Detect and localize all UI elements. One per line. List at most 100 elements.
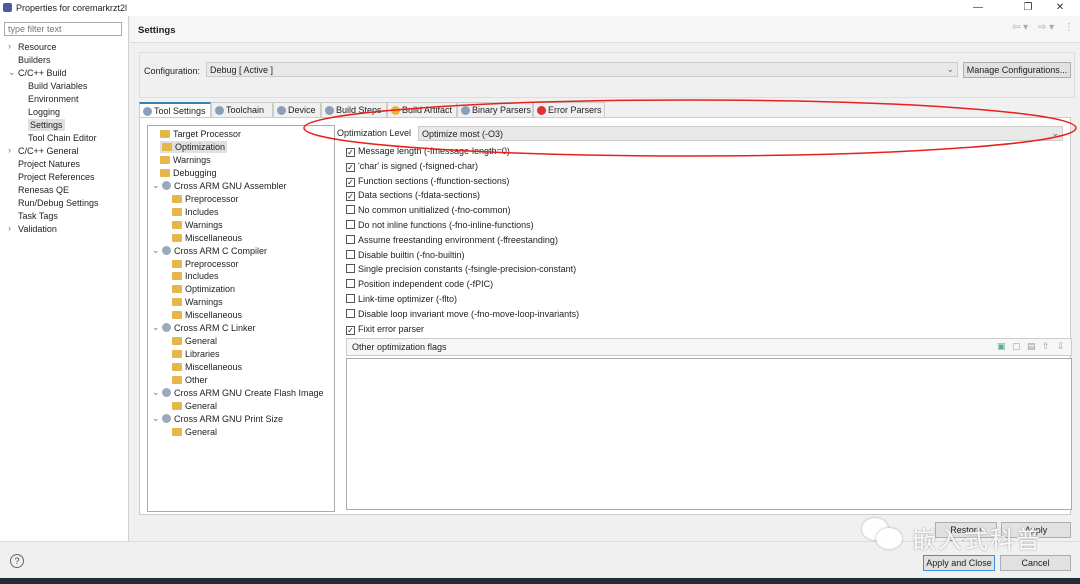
sidebar-item[interactable]: Run/Debug Settings <box>18 197 99 209</box>
sidebar-item[interactable]: C/C++ Build <box>18 67 67 79</box>
sidebar-item[interactable]: Tool Chain Editor <box>28 132 97 144</box>
app-icon <box>3 3 12 12</box>
sidebar-item[interactable]: Environment <box>28 93 79 105</box>
tree-item[interactable]: Miscellaneous <box>172 309 242 321</box>
restore-button[interactable]: ❐ <box>1018 2 1038 13</box>
other-flags-list[interactable] <box>346 358 1072 510</box>
tree-item[interactable]: Target Processor <box>160 128 241 140</box>
chevron-icon[interactable]: › <box>8 145 11 155</box>
tree-item[interactable]: General <box>172 335 217 347</box>
tree-item[interactable]: Includes <box>172 270 219 282</box>
sidebar-item[interactable]: Project References <box>18 171 95 183</box>
checkbox[interactable] <box>346 249 355 259</box>
tree-item[interactable]: Cross ARM C Compiler <box>162 245 267 257</box>
checkbox[interactable] <box>346 234 355 244</box>
view-menu-icon[interactable]: ⋮ <box>1064 22 1074 33</box>
tree-item[interactable]: Includes <box>172 206 219 218</box>
sidebar-item[interactable]: Logging <box>28 106 60 118</box>
tree-item[interactable]: Preprocessor <box>172 193 239 205</box>
chevron-icon[interactable]: ⌄ <box>152 245 160 256</box>
tree-item[interactable]: Cross ARM GNU Assembler <box>162 180 287 192</box>
forward-icon[interactable]: ⇨ ▾ <box>1038 22 1054 33</box>
close-button[interactable]: ✕ <box>1050 2 1070 13</box>
option-checkbox[interactable]: Do not inline functions (-fno-inline-fun… <box>346 220 534 231</box>
checkbox[interactable] <box>346 220 355 229</box>
sidebar-item[interactable]: Validation <box>18 223 57 235</box>
move-up-icon[interactable]: ⇧ <box>1042 341 1050 352</box>
chevron-icon[interactable]: ⌄ <box>152 387 160 398</box>
option-checkbox[interactable]: ✓ Fixit error parser <box>346 324 424 335</box>
tree-item[interactable]: Cross ARM C Linker <box>162 322 256 334</box>
tree-item[interactable]: Debugging <box>160 167 217 179</box>
delete-icon[interactable]: ▢ <box>1012 341 1021 352</box>
chevron-icon[interactable]: ⌄ <box>152 413 160 424</box>
checkbox[interactable] <box>346 279 355 289</box>
tab-toolchain[interactable]: Toolchain <box>211 102 273 118</box>
tree-item-label: General <box>185 426 218 437</box>
checkbox[interactable]: ✓ <box>346 177 355 187</box>
tree-item[interactable]: Warnings <box>160 154 211 166</box>
filter-input[interactable] <box>4 22 122 36</box>
move-down-icon[interactable]: ⇩ <box>1057 341 1065 352</box>
tree-item[interactable]: Cross ARM GNU Print Size <box>162 413 283 425</box>
tree-item-label: Other <box>185 375 208 386</box>
chevron-icon[interactable]: › <box>8 41 11 51</box>
checkbox[interactable] <box>346 205 355 215</box>
checkbox[interactable] <box>346 264 355 274</box>
option-checkbox[interactable]: Assume freestanding environment (-ffrees… <box>346 234 558 246</box>
tab-label: Toolchain <box>226 105 265 115</box>
chevron-icon[interactable]: › <box>8 223 11 233</box>
tree-item[interactable]: Warnings <box>172 219 223 231</box>
option-checkbox[interactable]: Single precision constants (-fsingle-pre… <box>346 264 576 275</box>
checkbox[interactable]: ✓ <box>346 192 355 202</box>
checkbox[interactable]: ✓ <box>346 325 355 335</box>
sidebar-item[interactable]: Build Variables <box>28 80 87 92</box>
taskbar <box>0 578 1080 584</box>
tree-item[interactable]: Warnings <box>172 296 223 308</box>
tree-item[interactable]: Other <box>172 374 208 386</box>
option-checkbox[interactable]: Link-time optimizer (-flto) <box>346 294 457 305</box>
tree-item[interactable]: Miscellaneous <box>172 361 242 373</box>
gear-icon <box>162 388 171 397</box>
option-checkbox[interactable]: ✓ Data sections (-fdata-sections) <box>346 190 480 202</box>
configuration-select[interactable]: Debug [ Active ] ⌄ <box>206 62 958 77</box>
chevron-icon[interactable]: ⌄ <box>152 180 160 191</box>
folder-gear-icon <box>172 427 182 436</box>
tree-item[interactable]: Optimization <box>172 283 235 295</box>
option-checkbox[interactable]: ✓ Function sections (-ffunction-sections) <box>346 176 509 187</box>
add-icon[interactable]: ▣ <box>997 341 1006 352</box>
tree-item[interactable]: Preprocessor <box>172 258 239 270</box>
sidebar-item[interactable]: Task Tags <box>18 210 58 222</box>
option-checkbox[interactable]: Disable builtin (-fno-builtin) <box>346 249 465 261</box>
sidebar-item[interactable]: C/C++ General <box>18 145 79 157</box>
apply-and-close-button[interactable]: Apply and Close <box>923 555 995 571</box>
option-checkbox[interactable]: Position independent code (-fPIC) <box>346 279 493 290</box>
minimize-button[interactable]: — <box>968 2 988 13</box>
sidebar-item[interactable]: Project Natures <box>18 158 80 170</box>
tree-item-label: Target Processor <box>173 129 242 139</box>
checkbox[interactable] <box>346 294 355 303</box>
tree-item[interactable]: Miscellaneous <box>172 232 242 244</box>
sidebar-item[interactable]: Builders <box>18 54 51 66</box>
option-label: Position independent code (-fPIC) <box>358 279 494 290</box>
tree-item[interactable]: Cross ARM GNU Create Flash Image <box>162 387 324 399</box>
help-icon[interactable]: ? <box>10 554 24 568</box>
tree-item[interactable]: General <box>172 400 217 412</box>
tree-item[interactable]: General <box>172 426 217 438</box>
option-checkbox[interactable]: Disable loop invariant move (-fno-move-l… <box>346 308 579 320</box>
tree-item[interactable]: Libraries <box>172 348 220 360</box>
manage-configurations-button[interactable]: Manage Configurations... <box>963 62 1071 78</box>
folder-gear-icon <box>172 311 182 320</box>
sidebar-item[interactable]: Resource <box>18 41 57 53</box>
sidebar-item[interactable]: Settings <box>28 119 65 131</box>
edit-icon[interactable]: ▤ <box>1027 341 1036 352</box>
cancel-button[interactable]: Cancel <box>1000 555 1071 571</box>
tree-item[interactable]: Optimization <box>160 140 228 153</box>
option-checkbox[interactable]: No common unitialized (-fno-common) <box>346 205 511 216</box>
back-icon[interactable]: ⇦ ▾ <box>1012 22 1028 33</box>
sidebar-item[interactable]: Renesas QE <box>18 184 69 196</box>
tree-item-label: Miscellaneous <box>185 310 243 321</box>
chevron-icon[interactable]: ⌄ <box>8 67 16 78</box>
chevron-icon[interactable]: ⌄ <box>152 322 160 333</box>
checkbox[interactable] <box>346 308 355 318</box>
